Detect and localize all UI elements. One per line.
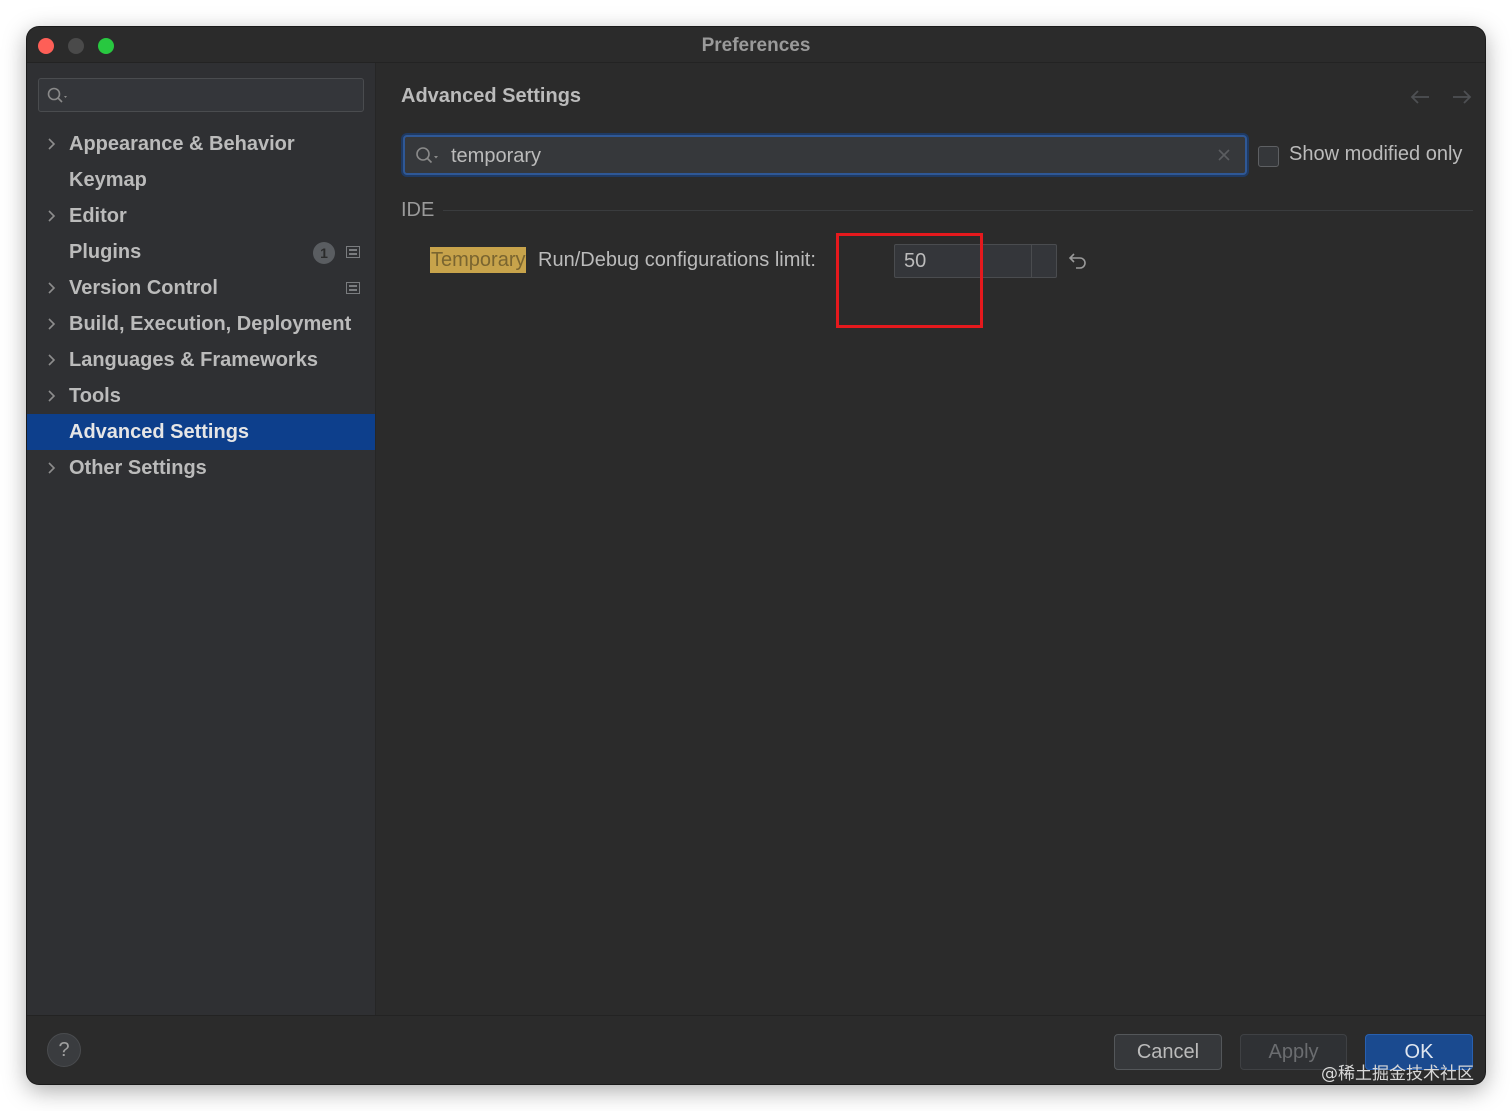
sidebar-item-label: Advanced Settings (69, 421, 250, 443)
chevron-right-icon[interactable] (45, 390, 57, 402)
sidebar-item-label: Editor (69, 205, 127, 227)
settings-nav: Appearance & Behavior Keymap Editor Plug… (27, 126, 375, 486)
sidebar-item-tools[interactable]: Tools (27, 378, 375, 414)
group-heading: IDE (401, 199, 435, 221)
back-arrow-icon[interactable] (1409, 87, 1431, 107)
sidebar-item-version-control[interactable]: Version Control (27, 270, 375, 306)
configurations-limit-input[interactable] (904, 249, 1024, 273)
reset-to-default-icon[interactable] (1067, 250, 1089, 270)
project-level-icon (346, 282, 360, 294)
sidebar-item-keymap[interactable]: Keymap (27, 162, 375, 198)
chevron-right-icon[interactable] (45, 138, 57, 150)
sidebar-item-label: Keymap (69, 169, 147, 191)
sidebar-item-label: Plugins (69, 241, 142, 263)
forward-arrow-icon[interactable] (1451, 87, 1473, 107)
sidebar-item-label: Languages & Frameworks (69, 349, 318, 371)
sidebar-item-languages-frameworks[interactable]: Languages & Frameworks (27, 342, 375, 378)
settings-sidebar: Appearance & Behavior Keymap Editor Plug… (27, 63, 376, 1015)
sidebar-search-input[interactable] (38, 78, 364, 112)
sidebar-item-advanced-settings[interactable]: Advanced Settings (27, 414, 375, 450)
project-level-icon (346, 246, 360, 258)
search-icon (416, 147, 438, 164)
sidebar-item-editor[interactable]: Editor (27, 198, 375, 234)
window-title: Preferences (701, 35, 811, 56)
show-modified-only-label[interactable]: Show modified only (1289, 143, 1462, 166)
sidebar-item-label: Other Settings (69, 457, 207, 479)
group-divider (443, 210, 1473, 211)
preferences-window: Preferences Appearance & Behavior Keymap… (27, 27, 1485, 1084)
title-bar: Preferences (27, 27, 1485, 63)
sidebar-item-appearance-behavior[interactable]: Appearance & Behavior (27, 126, 375, 162)
sidebar-item-build-execution-deployment[interactable]: Build, Execution, Deployment (27, 306, 375, 342)
page-title: Advanced Settings (401, 85, 582, 107)
setting-label: Run/Debug configurations limit: (538, 249, 816, 271)
filter-input[interactable] (451, 143, 1191, 169)
settings-filter-field[interactable] (403, 135, 1247, 175)
help-button[interactable]: ? (47, 1033, 81, 1067)
sidebar-item-other-settings[interactable]: Other Settings (27, 450, 375, 486)
watermark: @稀土掘金技术社区 (1321, 1064, 1474, 1084)
settings-content: Advanced Settings Show modified only IDE… (377, 63, 1485, 1015)
sidebar-item-label: Build, Execution, Deployment (69, 313, 352, 335)
search-match-highlight: Temporary (430, 247, 527, 273)
chevron-right-icon[interactable] (45, 210, 57, 222)
chevron-right-icon[interactable] (45, 354, 57, 366)
chevron-right-icon[interactable] (45, 462, 57, 474)
sidebar-item-label: Version Control (69, 277, 218, 299)
plugins-update-badge: 1 (313, 242, 335, 264)
clear-icon[interactable] (1217, 148, 1231, 162)
search-icon (47, 87, 67, 103)
show-modified-only-checkbox[interactable] (1258, 146, 1279, 167)
dialog-footer: ? Cancel Apply OK (27, 1015, 1485, 1084)
field-divider (1031, 245, 1032, 277)
chevron-right-icon[interactable] (45, 282, 57, 294)
sidebar-item-label: Tools (69, 385, 121, 407)
sidebar-item-plugins[interactable]: Plugins 1 (27, 234, 375, 270)
history-navigation (1409, 87, 1473, 112)
sidebar-item-label: Appearance & Behavior (69, 133, 295, 155)
cancel-button[interactable]: Cancel (1114, 1034, 1222, 1070)
chevron-right-icon[interactable] (45, 318, 57, 330)
configurations-limit-field[interactable] (894, 244, 1057, 278)
